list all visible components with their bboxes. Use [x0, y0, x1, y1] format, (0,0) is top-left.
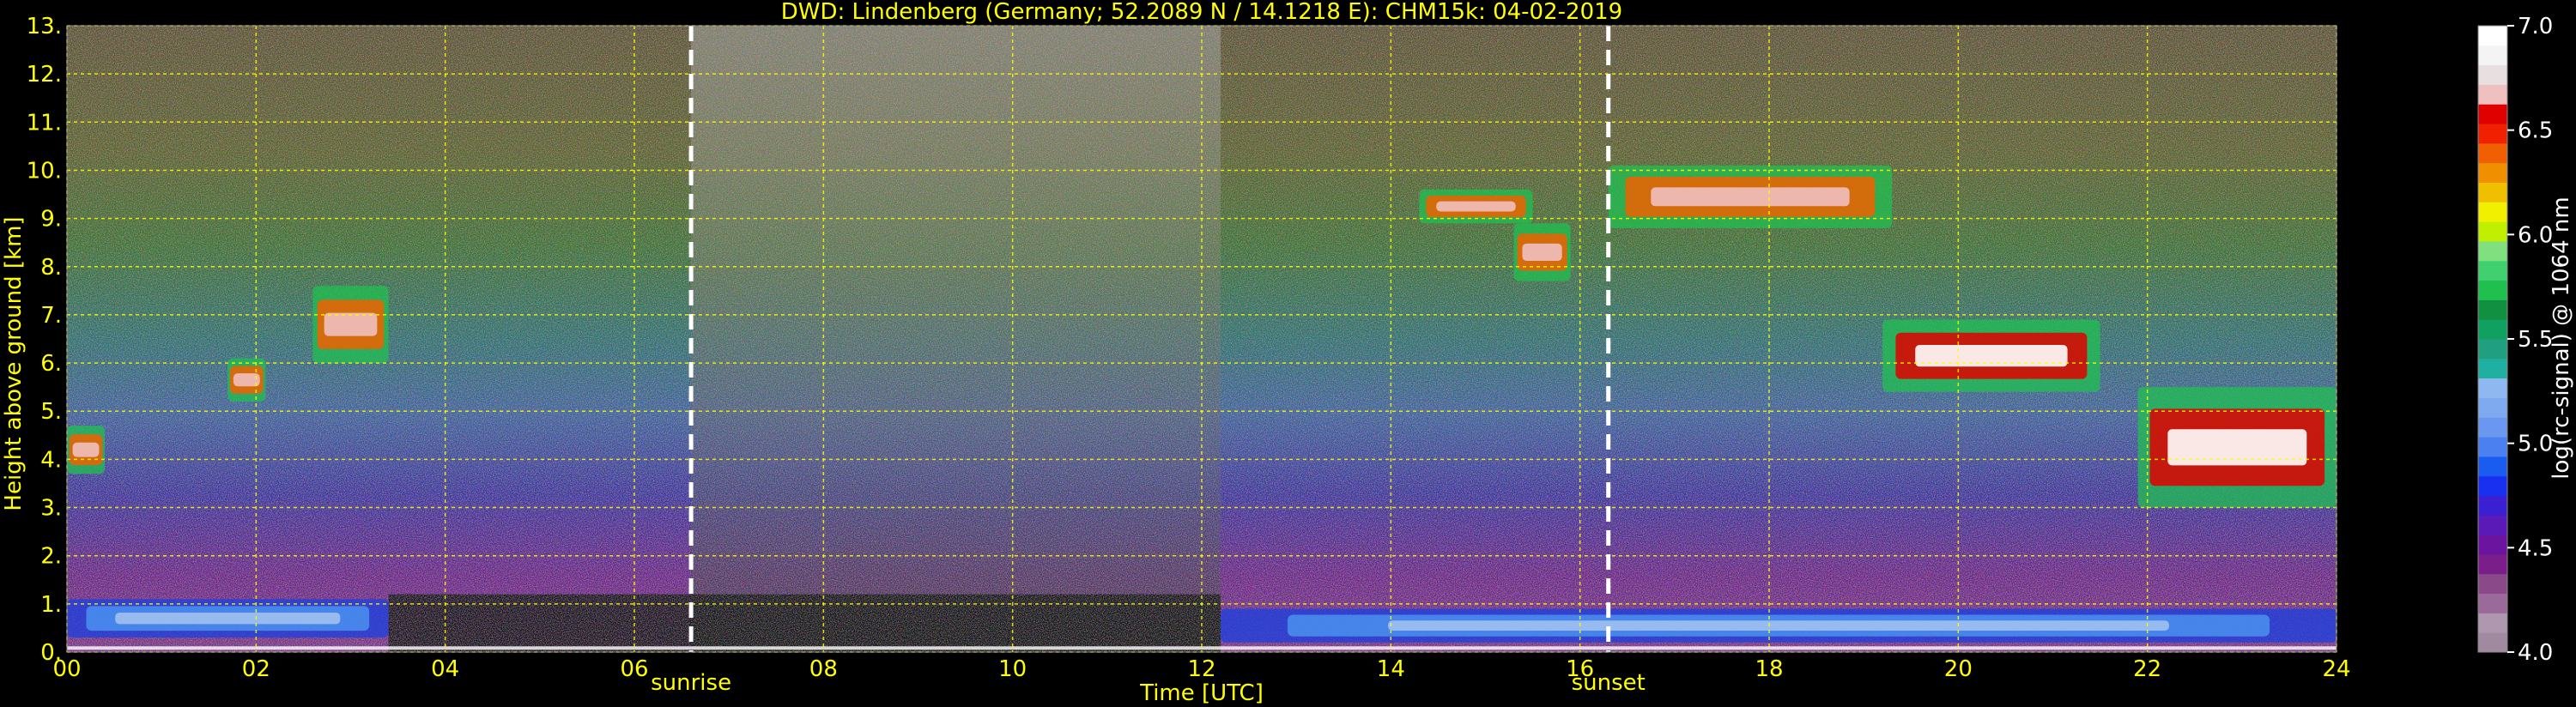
colorbar-segment: [2478, 182, 2507, 202]
y-tick-label: 0.: [40, 640, 62, 666]
colorbar-segment: [2478, 437, 2507, 457]
colorbar-segment: [2478, 632, 2507, 653]
x-tick-label: 20: [1944, 656, 1973, 682]
colorbar-segment: [2478, 221, 2507, 242]
colorbar-segment: [2478, 515, 2507, 535]
x-tick-label: 04: [431, 656, 459, 682]
colorbar-segment: [2478, 417, 2507, 438]
y-axis-label: Height above ground [km]: [1, 216, 27, 511]
y-tick-label: 10.: [27, 158, 62, 184]
x-tick-label: 24: [2322, 656, 2350, 682]
x-tick-label: 10: [998, 656, 1027, 682]
colorbar-tick-label: 4.5: [2518, 535, 2553, 561]
x-tick-label: 16: [1566, 656, 1594, 682]
y-tick-label: 8.: [40, 255, 62, 281]
colorbar-segment: [2478, 280, 2507, 300]
y-tick-label: 12.: [27, 62, 62, 88]
y-tick-label: 1.: [40, 592, 62, 618]
colorbar-segment: [2478, 573, 2507, 595]
marker-label-sunrise: sunrise: [651, 670, 731, 696]
colorbar-segment: [2478, 124, 2507, 144]
cloud: [1513, 223, 1571, 281]
x-tick-label: 02: [242, 656, 270, 682]
y-tick-label: 6.: [40, 351, 62, 377]
chart-title: DWD: Lindenberg (Germany; 52.2089 N / 14…: [781, 0, 1622, 25]
cloud: [67, 426, 106, 474]
ceilometer-chart: sunrise sunset00 02 04 06 08 10 12 14 16 18 20 22 240…: [1, 0, 2574, 706]
colorbar-segment: [2478, 104, 2507, 124]
colorbar-segment: [2478, 240, 2507, 262]
colorbar-tick-label: 7.0: [2518, 14, 2553, 39]
plot-area: sunrise sunset00 02 04 06 08 10 12 14 16 18 20 22 240…: [27, 14, 2351, 696]
colorbar-segment: [2478, 358, 2507, 379]
colorbar-segment: [2478, 475, 2507, 496]
colorbar-segment: [2478, 26, 2507, 46]
x-tick-label: 18: [1755, 656, 1783, 682]
cloud: [227, 358, 266, 402]
x-tick-label: 22: [2133, 656, 2161, 682]
colorbar-segment: [2478, 45, 2507, 66]
colorbar-segment: [2478, 64, 2507, 85]
colorbar-segment: [2478, 613, 2507, 633]
colorbar-tick-label: 6.5: [2518, 118, 2553, 144]
colorbar-segment: [2478, 535, 2507, 555]
colorbar-tick-label: 4.0: [2518, 640, 2553, 666]
colorbar-segment: [2478, 260, 2507, 281]
colorbar-segment: [2478, 553, 2507, 575]
cloud: [2137, 387, 2337, 508]
colorbar-label: log(rc-signal) @ 1064 nm: [2549, 196, 2574, 479]
y-tick-label: 7.: [40, 303, 62, 329]
colorbar-segment: [2478, 162, 2507, 183]
colorbar-segment: [2478, 84, 2507, 105]
x-tick-label: 08: [809, 656, 838, 682]
x-tick-label: 06: [620, 656, 648, 682]
boundary-layer: [1221, 608, 2337, 643]
x-tick-label: 14: [1377, 656, 1405, 682]
colorbar-segment: [2478, 593, 2507, 613]
y-tick-label: 9.: [40, 207, 62, 233]
y-tick-label: 4.: [40, 447, 62, 473]
cloud: [312, 286, 389, 364]
colorbar-segment: [2478, 456, 2507, 477]
x-axis-label: Time [UTC]: [1139, 680, 1264, 706]
colorbar: 4.04.55.05.56.06.57.0: [2477, 14, 2553, 666]
colorbar-segment: [2478, 319, 2507, 340]
colorbar-segment: [2478, 378, 2507, 398]
cloud: [1882, 319, 2100, 392]
colorbar-segment: [2478, 299, 2507, 320]
y-tick-label: 3.: [40, 496, 62, 522]
colorbar-segment: [2478, 339, 2507, 360]
boundary-layer: [67, 599, 389, 638]
x-tick-label: 12: [1187, 656, 1215, 682]
colorbar-segment: [2478, 397, 2507, 418]
colorbar-segment: [2478, 202, 2507, 222]
y-tick-label: 11.: [27, 110, 62, 136]
y-tick-label: 5.: [40, 399, 62, 425]
y-tick-label: 2.: [40, 544, 62, 570]
colorbar-segment: [2478, 495, 2507, 516]
y-tick-label: 13.: [27, 14, 62, 39]
colorbar-segment: [2478, 142, 2507, 164]
